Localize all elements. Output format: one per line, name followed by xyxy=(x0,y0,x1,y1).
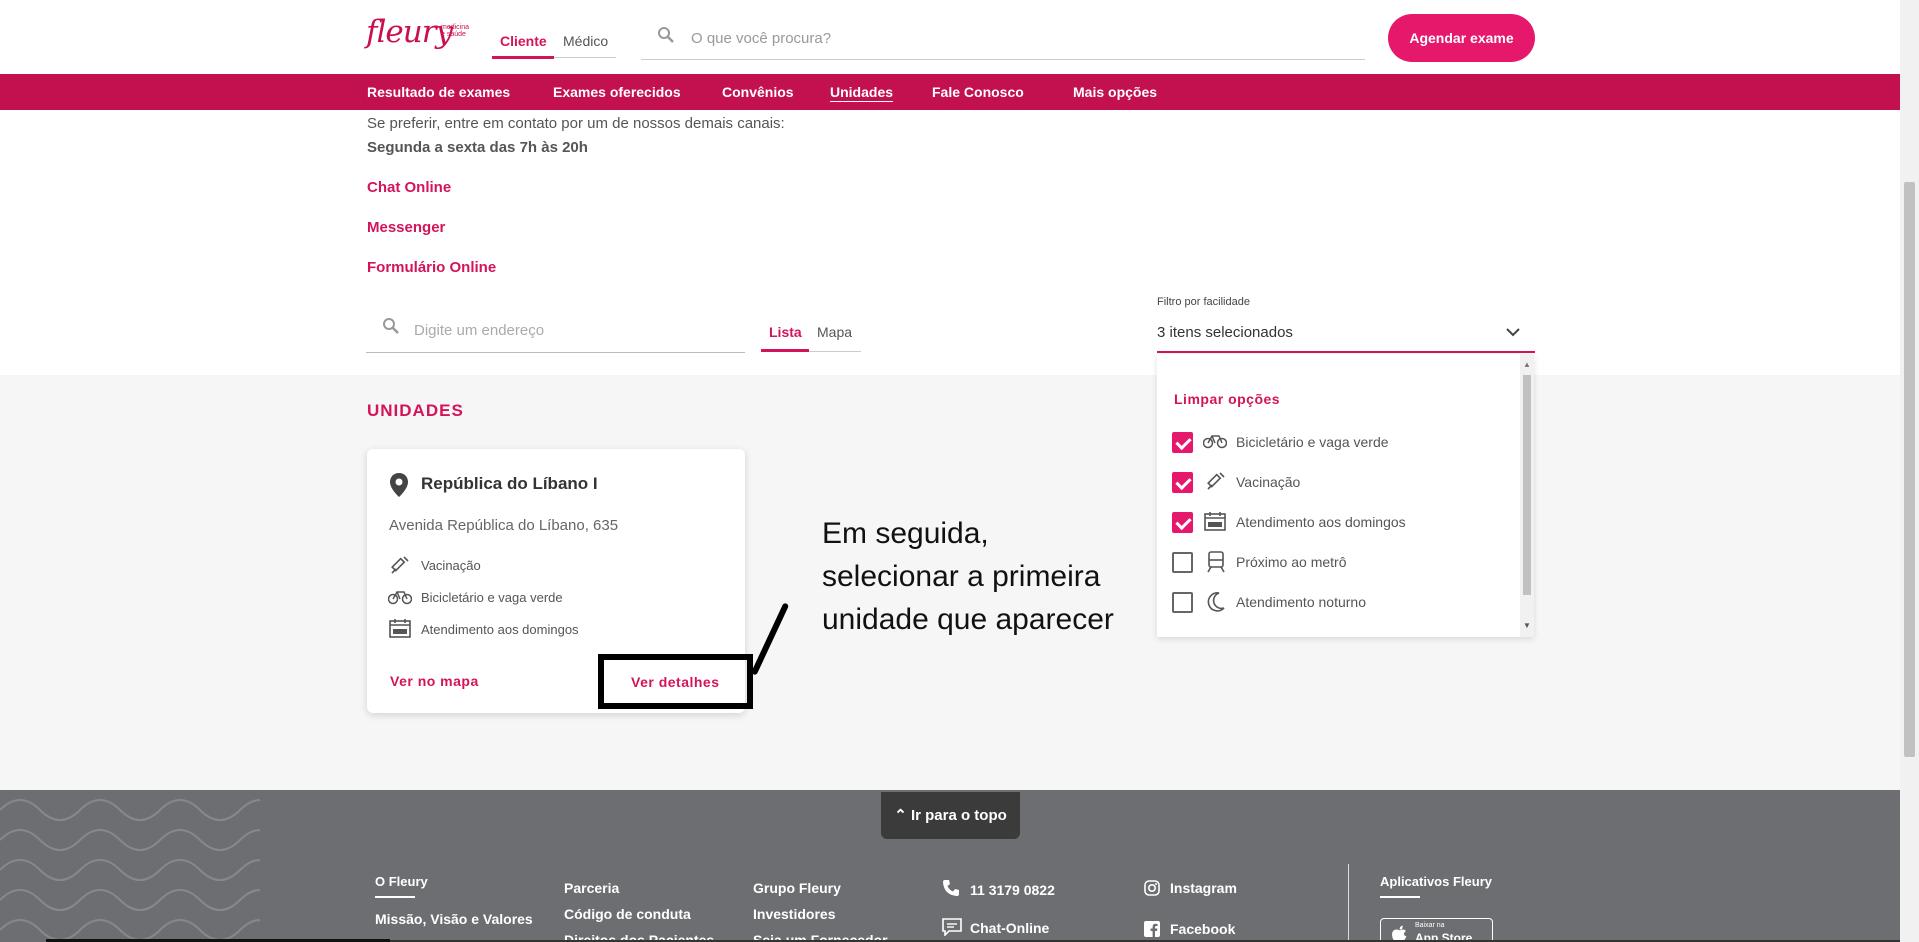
contact-hours: Segunda a sexta das 7h às 20h xyxy=(367,139,588,156)
facebook-icon xyxy=(1144,921,1160,937)
option-label-domingos[interactable]: Atendimento aos domingos xyxy=(1236,514,1406,530)
option-label-metro[interactable]: Próximo ao metrô xyxy=(1236,554,1346,570)
option-label-noturno[interactable]: Atendimento noturno xyxy=(1236,594,1366,610)
footer-link-parceria[interactable]: Parceria xyxy=(564,880,619,896)
footer-link-codigo[interactable]: Código de conduta xyxy=(564,906,691,922)
online-form-link[interactable]: Formulário Online xyxy=(367,259,496,276)
checkbox-noturno[interactable] xyxy=(1172,592,1193,613)
instruction-annotation: Em seguida, selecionar a primeira unidad… xyxy=(822,517,1114,636)
search-placeholder: O que você procura? xyxy=(691,30,832,47)
active-view-indicator xyxy=(761,349,809,352)
tab-divider xyxy=(554,57,616,58)
see-on-map-link[interactable]: Ver no mapa xyxy=(390,673,479,689)
unit-address: Avenida República do Líbano, 635 xyxy=(389,517,619,534)
chat-icon xyxy=(942,918,962,936)
tab-medico[interactable]: Médico xyxy=(563,33,608,49)
instagram-icon xyxy=(1144,880,1160,896)
footer-facebook[interactable]: Facebook xyxy=(1170,921,1235,937)
unit-feature-bicicletario: Bicicletário e vaga verde xyxy=(421,590,563,605)
chevron-down-icon xyxy=(1506,328,1520,337)
footer-link-grupo[interactable]: Grupo Fleury xyxy=(753,880,841,896)
nav-resultado-exames[interactable]: Resultado de exames xyxy=(367,84,510,100)
footer-heading-underline xyxy=(1380,896,1420,898)
calendar-icon xyxy=(1204,512,1226,531)
tab-lista[interactable]: Lista xyxy=(769,324,802,340)
tab-mapa[interactable]: Mapa xyxy=(817,324,852,340)
syringe-icon xyxy=(391,556,409,574)
chevron-up-icon: ⌃ xyxy=(894,807,911,824)
footer-link-investidores[interactable]: Investidores xyxy=(753,906,835,922)
search-icon xyxy=(658,27,674,43)
contact-intro: Se preferir, entre em contato por um de … xyxy=(367,115,785,132)
fleury-logo[interactable]: fleury xyxy=(366,14,453,50)
option-label-bicicletario[interactable]: Bicicletário e vaga verde xyxy=(1236,434,1389,450)
scroll-down-arrow-icon[interactable]: ▼ xyxy=(1523,621,1531,630)
search-icon xyxy=(383,318,399,334)
nav-unidades[interactable]: Unidades xyxy=(830,84,893,100)
train-icon xyxy=(1207,551,1225,573)
filter-value: 3 itens selecionados xyxy=(1157,324,1293,341)
view-divider xyxy=(809,351,861,352)
app-store-badge[interactable]: Baixar na App Store xyxy=(1380,918,1493,942)
calendar-icon xyxy=(389,619,411,638)
footer-link-missao[interactable]: Missão, Visão e Valores xyxy=(375,911,533,927)
footer-heading-fleury[interactable]: O Fleury xyxy=(375,874,428,889)
phone-icon xyxy=(943,880,959,896)
checkbox-bicicletario[interactable] xyxy=(1172,432,1193,453)
footer-phone[interactable]: 11 3179 0822 xyxy=(970,882,1055,898)
facility-filter-select[interactable]: 3 itens selecionados xyxy=(1157,316,1535,353)
nav-mais-opcoes[interactable]: Mais opções xyxy=(1073,84,1157,100)
bicycle-icon xyxy=(1203,435,1227,449)
units-title: UNIDADES xyxy=(367,401,464,420)
nav-exames-oferecidos[interactable]: Exames oferecidos xyxy=(553,84,681,100)
active-tab-indicator xyxy=(492,56,554,59)
checkbox-metro[interactable] xyxy=(1172,552,1193,573)
schedule-exam-button[interactable]: Agendar exame xyxy=(1388,14,1535,62)
clear-options-button[interactable]: Limpar opções xyxy=(1174,391,1280,407)
nav-convenios[interactable]: Convênios xyxy=(722,84,794,100)
location-pin-icon xyxy=(390,473,408,497)
unit-feature-domingos: Atendimento aos domingos xyxy=(421,622,579,637)
main-nav: Resultado de exames Exames oferecidos Co… xyxy=(0,74,1900,110)
option-label-vacinacao[interactable]: Vacinação xyxy=(1236,474,1300,490)
footer-divider xyxy=(1348,864,1349,942)
unit-feature-vacinacao: Vacinação xyxy=(421,558,481,573)
filter-label: Filtro por facilidade xyxy=(1157,296,1250,308)
decorative-pattern xyxy=(0,799,260,941)
syringe-icon xyxy=(1207,472,1225,490)
site-search-input[interactable]: O que você procura? xyxy=(641,22,1365,60)
footer-chat[interactable]: Chat-Online xyxy=(970,920,1049,936)
highlight-box xyxy=(598,654,753,709)
footer-heading-underline xyxy=(375,896,415,898)
scroll-up-arrow-icon[interactable]: ▲ xyxy=(1523,360,1531,369)
page-scrollbar-thumb[interactable] xyxy=(1904,182,1915,757)
dropdown-scrollbar-thumb[interactable] xyxy=(1523,375,1531,595)
messenger-link[interactable]: Messenger xyxy=(367,219,445,236)
address-placeholder: Digite um endereço xyxy=(414,322,545,339)
store-small-text: Baixar na xyxy=(1415,922,1445,929)
bicycle-icon xyxy=(388,591,412,605)
tab-cliente[interactable]: Cliente xyxy=(500,33,547,49)
checkbox-vacinacao[interactable] xyxy=(1172,472,1193,493)
footer-instagram[interactable]: Instagram xyxy=(1170,880,1237,896)
back-to-top-button[interactable]: ⌃ Ir para o topo xyxy=(881,792,1020,839)
unit-name: República do Líbano I xyxy=(421,474,598,493)
moon-icon xyxy=(1207,592,1225,612)
chat-online-link[interactable]: Chat Online xyxy=(367,179,451,196)
checkbox-domingos[interactable] xyxy=(1172,512,1193,533)
address-search-input[interactable]: Digite um endereço xyxy=(366,313,745,353)
logo-tagline: medicina e saúde xyxy=(441,24,470,38)
footer-apps-heading: Aplicativos Fleury xyxy=(1380,874,1492,889)
nav-fale-conosco[interactable]: Fale Conosco xyxy=(932,84,1024,100)
